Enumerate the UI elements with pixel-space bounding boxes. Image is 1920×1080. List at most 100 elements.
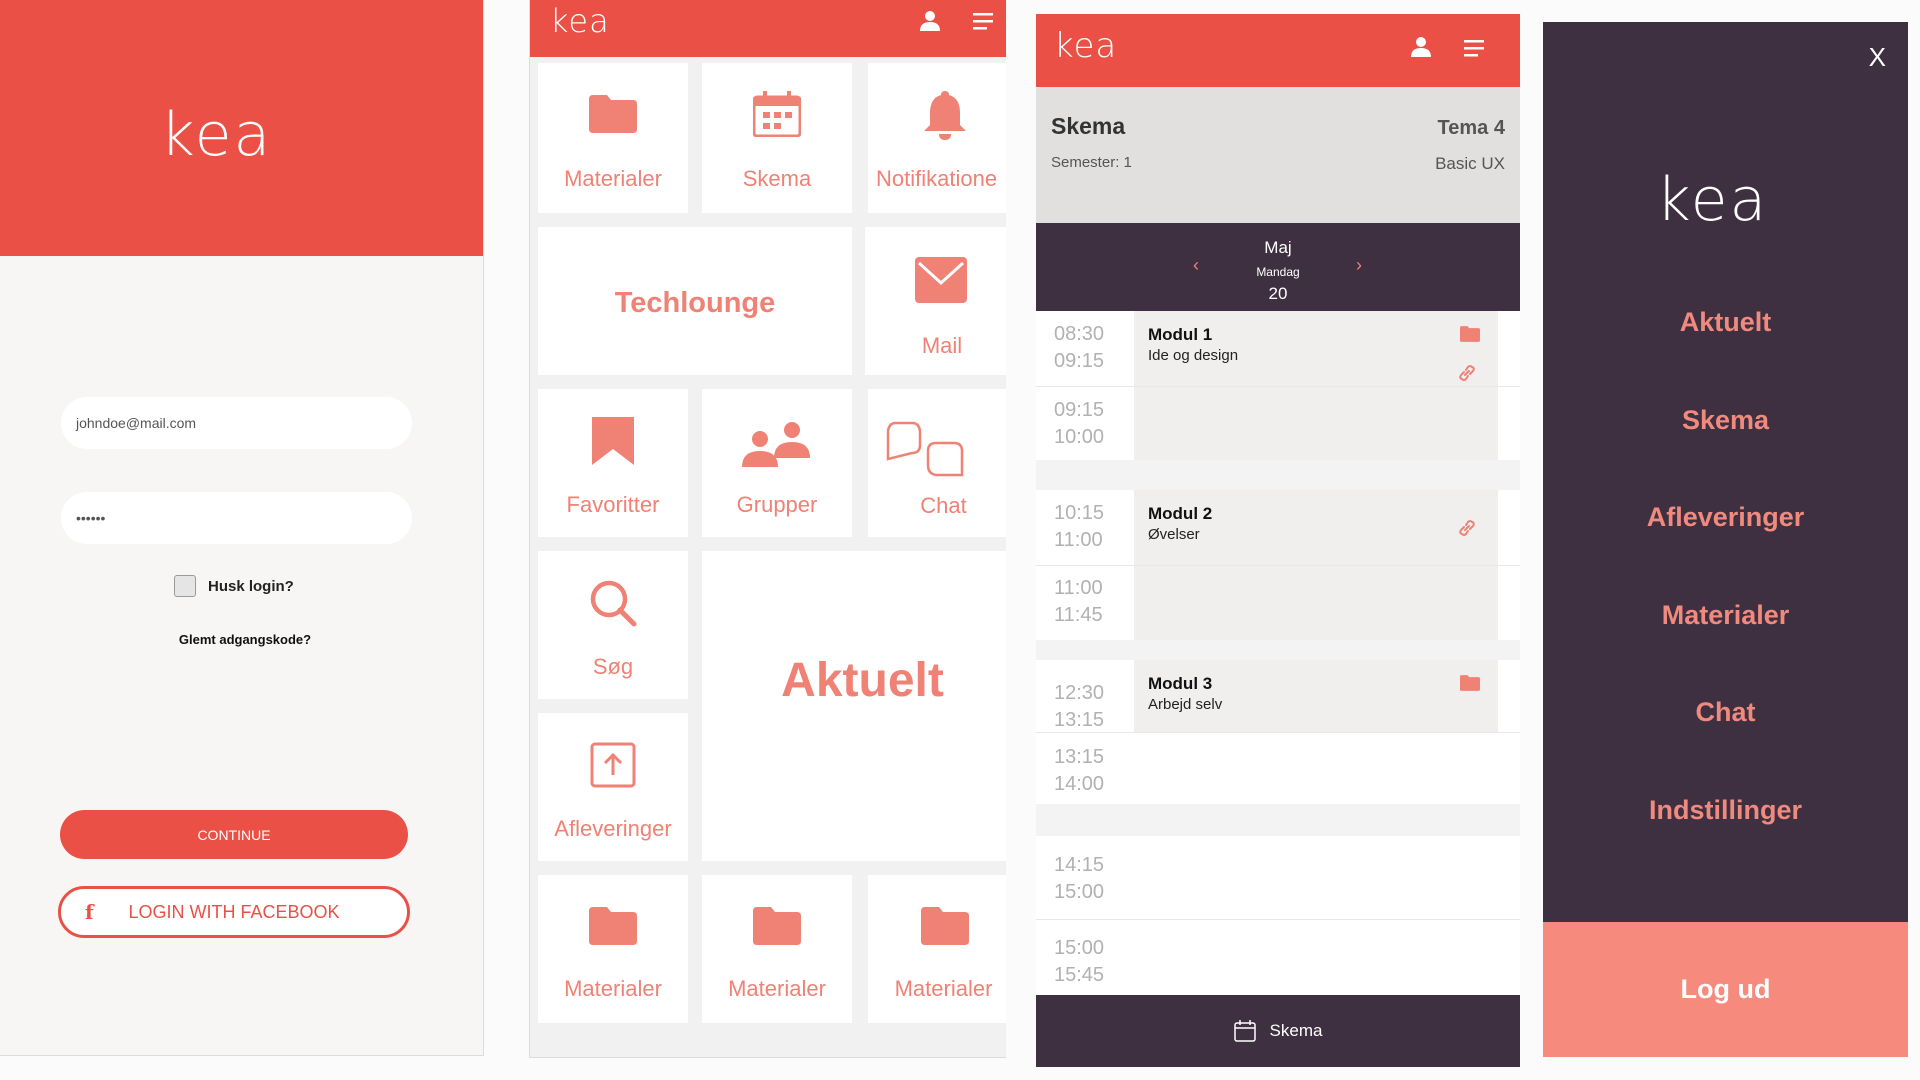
folder-icon [589, 907, 637, 945]
kea-logo: kea [1656, 165, 1769, 235]
kea-logo: kea [550, 2, 610, 40]
remember-label: Husk login? [208, 577, 294, 595]
tile-skema[interactable]: Skema [702, 63, 852, 213]
tile-materialer[interactable]: Materialer [538, 875, 688, 1023]
bottom-nav-skema[interactable]: Skema [1036, 995, 1520, 1067]
time-end: 15:00 [1054, 881, 1105, 903]
tile-afleveringer[interactable]: Afleveringer [538, 713, 688, 861]
facebook-login-label: LOGIN WITH FACEBOOK [128, 901, 340, 922]
break-gap [1036, 804, 1520, 836]
app-bar: kea [1036, 14, 1520, 87]
password-field[interactable]: •••••• [61, 492, 412, 544]
folder-icon [921, 907, 969, 945]
login-header: kea [0, 0, 483, 256]
kea-logo: kea [1054, 26, 1118, 66]
break-gap [1036, 460, 1520, 490]
bottom-nav-label: Skema [1269, 1021, 1323, 1040]
time-slot: 11:00 11:45 [1036, 565, 1520, 640]
mail-icon [915, 257, 967, 303]
tile-label: Afleveringer [554, 816, 672, 841]
menu-item-aktuelt[interactable]: Aktuelt [1543, 307, 1908, 338]
course-label: Basic UX [1435, 154, 1505, 173]
tile-label: Notifikatione [876, 166, 998, 191]
hamburger-icon[interactable] [1464, 39, 1486, 57]
tile-materialer[interactable]: Materialer [702, 875, 852, 1023]
time-start: 12:30 [1054, 682, 1105, 704]
time-start: 14:15 [1054, 854, 1105, 876]
tile-techlounge[interactable]: Techlounge [538, 227, 852, 375]
tile-materialer[interactable]: Materialer [868, 875, 1006, 1023]
search-icon [590, 580, 637, 627]
login-screen: kea johndoe@mail.com •••••• Husk login? … [0, 0, 484, 1056]
facebook-icon: f [85, 900, 94, 924]
tile-label: Favoritter [566, 492, 660, 517]
time-end: 11:45 [1054, 604, 1103, 626]
forgot-password-link[interactable]: Glemt adgangskode? [0, 632, 483, 647]
tile-notifikationer[interactable]: Notifikatione [868, 63, 1006, 213]
time-end: 14:00 [1054, 773, 1105, 795]
remember-login[interactable]: Husk login? [174, 575, 294, 597]
tile-mail[interactable]: Mail [865, 227, 1006, 375]
close-icon[interactable]: X [1869, 42, 1886, 73]
user-icon[interactable] [919, 10, 941, 32]
menu-item-afleveringer[interactable]: Afleveringer [1543, 502, 1908, 533]
semester-label: Semester: 1 [1051, 154, 1132, 171]
tile-label: Materialer [728, 976, 826, 1001]
calendar-icon [1233, 1020, 1256, 1042]
tile-label: Materialer [894, 976, 993, 1001]
date-selector: Maj Mandag 20 ‹ › [1036, 223, 1520, 311]
menu-item-skema[interactable]: Skema [1543, 405, 1908, 436]
user-icon[interactable] [1410, 36, 1432, 58]
chat-icon [886, 421, 964, 477]
tile-label: Materialer [564, 976, 662, 1001]
time-start: 08:30 [1054, 323, 1105, 345]
menu-item-indstillinger[interactable]: Indstillinger [1543, 795, 1908, 826]
bell-icon [924, 91, 966, 140]
time-start: 13:15 [1054, 746, 1105, 768]
time-end: 10:00 [1054, 426, 1105, 448]
tile-label: Techlounge [614, 287, 776, 319]
time-start: 09:15 [1054, 399, 1105, 421]
time-start: 10:15 [1054, 502, 1105, 524]
time-end: 09:15 [1054, 350, 1105, 372]
menu-item-materialer[interactable]: Materialer [1543, 600, 1908, 631]
dashboard-screen: kea Materialer Skema Notifikatione Techl… [529, 0, 1006, 1058]
time-slot: 15:00 15:45 [1036, 919, 1520, 995]
time-end: 15:45 [1054, 964, 1105, 986]
tile-aktuelt[interactable]: Aktuelt [702, 551, 1006, 861]
tile-label: Grupper [736, 492, 818, 517]
email-field[interactable]: johndoe@mail.com [61, 397, 412, 449]
next-day-icon[interactable]: › [1356, 255, 1362, 276]
facebook-login-button[interactable]: f LOGIN WITH FACEBOOK [58, 886, 410, 938]
logout-button[interactable]: Log ud [1543, 922, 1908, 1057]
time-slot: 08:30 09:15 [1036, 311, 1520, 386]
tile-grupper[interactable]: Grupper [702, 389, 852, 537]
tile-label: Chat [920, 493, 967, 518]
menu-screen: X kea Aktuelt Skema Afleveringer Materia… [1543, 22, 1908, 1057]
upload-icon [590, 742, 636, 788]
time-end: 11:00 [1054, 529, 1103, 551]
tile-favoritter[interactable]: Favoritter [538, 389, 688, 537]
continue-button[interactable]: CONTINUE [60, 810, 408, 859]
remember-checkbox[interactable] [174, 575, 196, 597]
time-start: 15:00 [1054, 937, 1105, 959]
hamburger-icon[interactable] [973, 12, 995, 30]
menu-item-chat[interactable]: Chat [1543, 697, 1908, 728]
time-slot: 13:15 14:00 [1036, 732, 1520, 804]
day-number: 20 [1268, 284, 1288, 303]
folder-icon [753, 907, 801, 945]
tile-sog[interactable]: Søg [538, 551, 688, 699]
time-slot: 12:30 13:15 [1036, 660, 1520, 732]
schedule-screen: kea Skema Semester: 1 Tema 4 Basic UX Ma… [1036, 14, 1520, 1067]
tile-label: Søg [592, 654, 634, 679]
time-end: 13:15 [1054, 709, 1105, 731]
month-label: Maj [1264, 238, 1292, 257]
folder-icon [589, 95, 637, 133]
group-icon [742, 422, 810, 467]
tile-chat[interactable]: Chat [868, 389, 1006, 537]
tile-label: Aktuelt [781, 654, 944, 707]
weekday-label: Mandag [1256, 265, 1300, 279]
tile-materialer[interactable]: Materialer [538, 63, 688, 213]
course-info: Skema Semester: 1 Tema 4 Basic UX [1036, 87, 1520, 223]
prev-day-icon[interactable]: ‹ [1193, 255, 1199, 276]
